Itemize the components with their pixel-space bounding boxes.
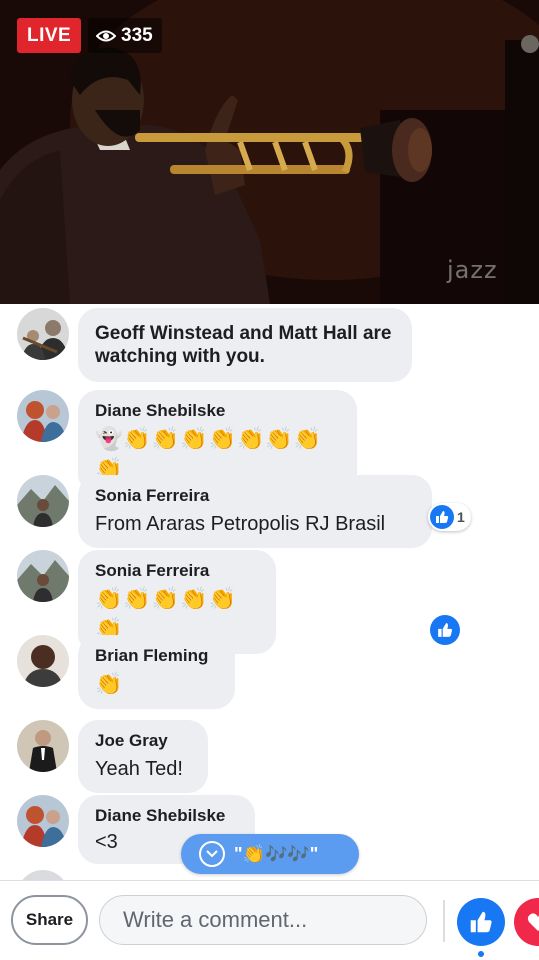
love-reaction-button[interactable] [514,898,539,946]
comment-row: Joe Gray Yeah Ted! [17,720,208,793]
commenter-name[interactable]: Diane Shebilske [95,805,238,827]
thumbs-up-icon [470,911,492,933]
live-video-player[interactable]: LIVE 335 jazz [0,0,539,304]
commenter-name[interactable]: Diane Shebilske [95,400,340,422]
comment-text: From Araras Petropolis RJ Brasil [95,513,386,535]
comment-bubble[interactable]: Brian Fleming 👏 [78,635,235,709]
like-icon [430,505,454,529]
avatar [17,870,69,880]
comment-text: Yeah Ted! [95,758,183,780]
watching-with-you-text: Geoff Winstead and Matt Hall are watchin… [95,323,392,367]
viewer-count: 335 [121,24,153,46]
share-button[interactable]: Share [11,895,88,945]
commenter-name[interactable]: Sonia Ferreira [95,560,259,582]
like-reaction-button[interactable] [457,898,505,946]
avatar[interactable] [17,550,69,602]
avatar[interactable] [17,390,69,442]
floating-like-reaction-icon [430,615,460,645]
comment-like-count[interactable]: 1 [428,503,471,531]
comment-bubble[interactable]: Joe Gray Yeah Ted! [78,720,208,793]
comment-text: 👏 [95,671,124,696]
chevron-down-icon [199,841,225,867]
live-badge: LIVE [17,18,82,53]
avatar[interactable] [17,635,69,687]
like-count: 1 [457,509,465,525]
comment-row: Brian Fleming 👏 [17,635,235,709]
live-label: LIVE [27,25,72,46]
viewer-count-badge: 335 [88,18,162,53]
divider [443,900,445,942]
comment-row: Sonia Ferreira From Araras Petropolis RJ… [17,475,432,548]
avatar [17,308,69,360]
new-comments-button[interactable]: "👏🎶🎶" [181,834,359,874]
comment-row: Geoff Winstead and Matt Hall are watchin… [17,308,412,382]
commenter-name[interactable]: Sonia Ferreira [95,485,415,507]
bottom-action-bar: Share Write a comment... [0,880,539,960]
comment-input[interactable]: Write a comment... [99,895,427,945]
system-message-bubble: Geoff Winstead and Matt Hall are watchin… [78,308,412,382]
avatar[interactable] [17,720,69,772]
avatar[interactable] [17,795,69,847]
commenter-name[interactable]: Joe Gray [95,730,191,752]
heart-icon [527,913,539,931]
avatar[interactable] [17,475,69,527]
new-comment-preview: "👏🎶🎶" [234,843,319,864]
comment-feed[interactable]: Geoff Winstead and Matt Hall are watchin… [0,304,539,880]
commenter-name[interactable]: Brian Fleming [95,645,218,667]
comment-bubble[interactable]: Sonia Ferreira From Araras Petropolis RJ… [78,475,432,548]
eye-icon [96,30,116,41]
selected-indicator [478,951,484,957]
channel-watermark: jazz [447,256,498,284]
